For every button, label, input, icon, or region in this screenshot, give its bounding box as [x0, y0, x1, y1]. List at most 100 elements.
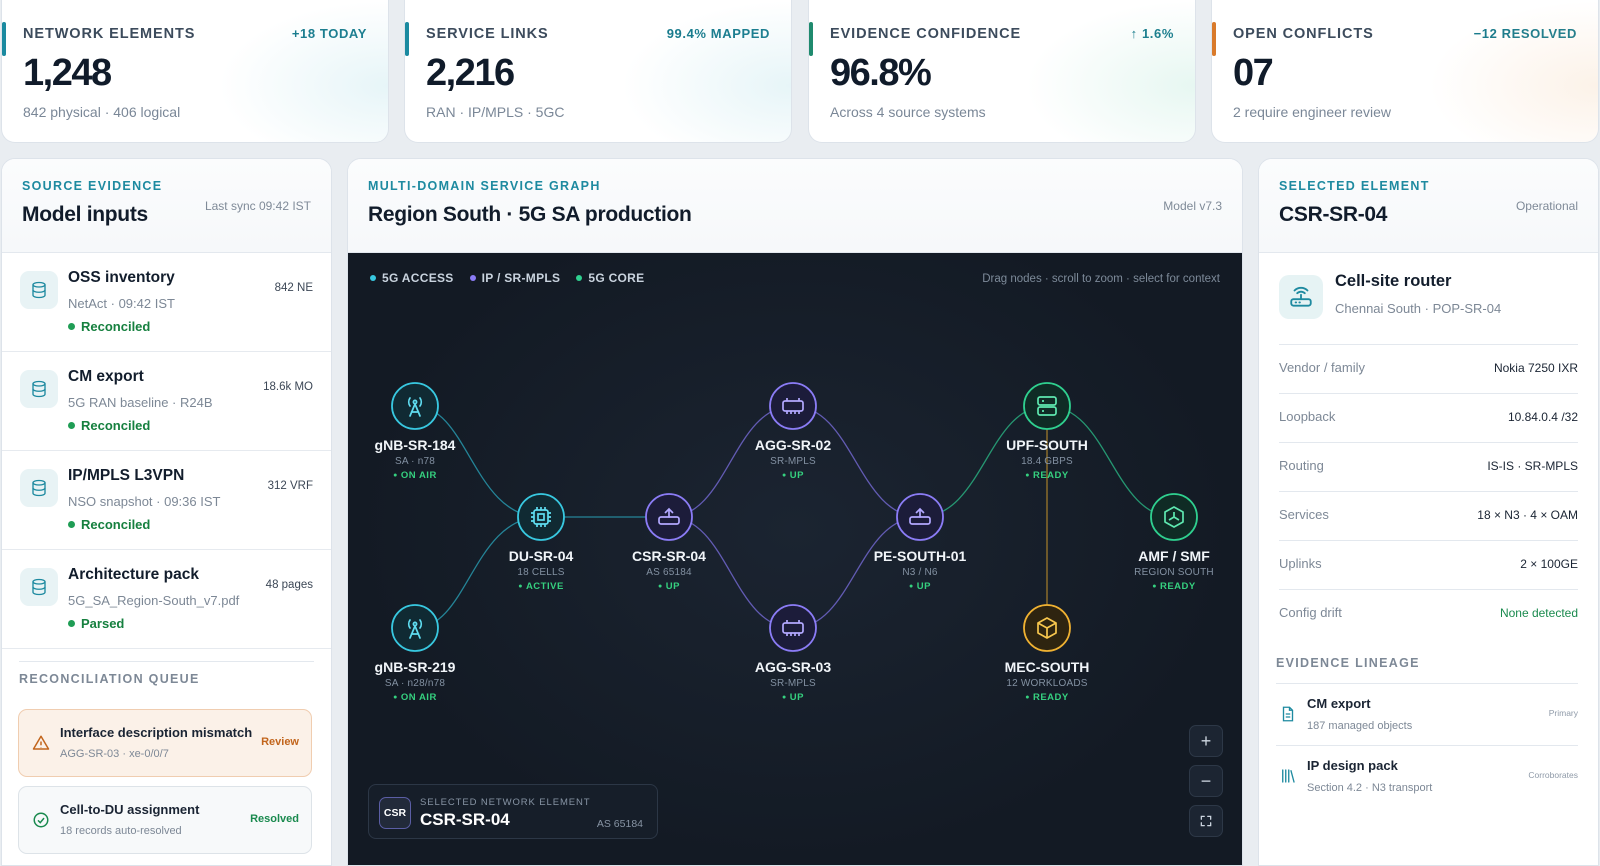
- panel-title: CSR-SR-04: [1279, 203, 1388, 226]
- panel-title: Region South · 5G SA production: [368, 203, 692, 226]
- database-icon: [20, 469, 58, 507]
- selected-element-card[interactable]: CSR SELECTED NETWORK ELEMENT CSR-SR-04 A…: [368, 784, 658, 839]
- source-item-cm-export[interactable]: CM export 5G RAN baseline · R24B Reconci…: [2, 352, 331, 451]
- node-sub: AS 65184: [646, 567, 692, 578]
- kpi-badge: ↑ 1.6%: [1130, 26, 1174, 41]
- node-csr-sr-04[interactable]: [643, 491, 695, 543]
- kpi-open-conflicts: OPEN CONFLICTS −12 RESOLVED 07 2 require…: [1211, 0, 1599, 143]
- selected-element-as: AS 65184: [596, 818, 643, 830]
- node-sub: SA · n28/n78: [384, 678, 446, 689]
- panel-header: SELECTED ELEMENT CSR-SR-04 Operational: [1259, 159, 1598, 253]
- queue-heading: RECONCILIATION QUEUE: [19, 672, 200, 686]
- source-count: 18.6k MO: [263, 381, 313, 393]
- node-agg-sr-02[interactable]: [767, 380, 819, 432]
- node-status: READY: [1006, 470, 1088, 481]
- node-mec-south[interactable]: [1021, 602, 1073, 654]
- review-button[interactable]: Review: [261, 736, 299, 748]
- kpi-badge: 99.4% MAPPED: [666, 26, 770, 41]
- source-item-oss-inventory[interactable]: OSS inventory NetAct · 09:42 IST Reconci…: [2, 253, 331, 352]
- node-gnb-sr-184[interactable]: [389, 380, 441, 432]
- node-name: UPF-SOUTH: [1006, 437, 1088, 453]
- node-amf-smf[interactable]: [1148, 491, 1200, 543]
- queue-item-cell-to-du[interactable]: Cell-to-DU assignment 18 records auto-re…: [18, 786, 312, 854]
- node-name: MEC-SOUTH: [1004, 659, 1090, 675]
- node-status: UP: [755, 692, 831, 703]
- panel-header: MULTI-DOMAIN SERVICE GRAPH Region South …: [348, 159, 1242, 253]
- kpi-service-links: SERVICE LINKS 99.4% MAPPED 2,216 RAN · I…: [404, 0, 792, 143]
- kpi-label: SERVICE LINKS: [426, 26, 549, 42]
- property-key: Routing: [1279, 458, 1324, 473]
- property-loopback: Loopback 10.84.0.4 /32: [1279, 393, 1578, 442]
- property-value: 18 × N3 · 4 × OAM: [1477, 508, 1578, 522]
- node-label: AGG-SR-02 SR-MPLS UP: [755, 437, 831, 481]
- database-icon: [20, 271, 58, 309]
- kpi-badge: +18 TODAY: [291, 26, 367, 41]
- divider: [19, 661, 314, 662]
- node-status: UP: [632, 581, 706, 592]
- node-label: DU-SR-04 18 CELLS ACTIVE: [509, 548, 574, 592]
- node-name: AMF / SMF: [1138, 548, 1210, 564]
- node-sub: SR-MPLS: [770, 678, 816, 689]
- node-du-sr-04[interactable]: [515, 491, 567, 543]
- panel-eyebrow: SELECTED ELEMENT: [1279, 179, 1430, 193]
- source-title: OSS inventory: [68, 269, 175, 286]
- service-graph-panel: MULTI-DOMAIN SERVICE GRAPH Region South …: [347, 158, 1243, 866]
- queue-title: Interface description mismatch: [60, 725, 253, 740]
- selected-element-eyebrow: SELECTED NETWORK ELEMENT: [420, 797, 591, 808]
- lineage-item-cm-export[interactable]: CM export 187 managed objects Primary: [1276, 683, 1578, 745]
- source-sub: 5G_SA_Region-South_v7.pdf: [68, 593, 240, 608]
- kpi-sub: 2 require engineer review: [1233, 104, 1391, 120]
- node-agg-sr-03[interactable]: [767, 602, 819, 654]
- property-routing: Routing IS-IS · SR-MPLS: [1279, 442, 1578, 491]
- node-status: READY: [1134, 581, 1214, 592]
- property-value: Nokia 7250 IXR: [1493, 361, 1578, 375]
- model-version: Model v7.3: [1163, 199, 1222, 213]
- source-item-ip-mpls-l3vpn[interactable]: IP/MPLS L3VPN NSO snapshot · 09:36 IST R…: [2, 451, 331, 550]
- node-name: AGG-SR-02: [754, 437, 832, 453]
- queue-title: Cell-to-DU assignment: [60, 802, 200, 817]
- lineage-heading: EVIDENCE LINEAGE: [1276, 656, 1420, 670]
- source-sub: NetAct · 09:42 IST: [68, 296, 175, 311]
- node-pe-south-01[interactable]: [894, 491, 946, 543]
- kpi-value: 2,216: [426, 52, 515, 94]
- node-label: AMF / SMF REGION SOUTH READY: [1134, 548, 1214, 592]
- kpi-sub: 842 physical · 406 logical: [23, 104, 181, 120]
- node-upf-south[interactable]: [1021, 380, 1073, 432]
- node-name: DU-SR-04: [508, 548, 574, 564]
- node-status: ON AIR: [375, 470, 456, 481]
- lineage-tag: Corroborates: [1528, 770, 1578, 780]
- fit-view-button[interactable]: [1189, 805, 1223, 837]
- source-sub: 5G RAN baseline · R24B: [68, 395, 213, 410]
- node-sub: 18 CELLS: [517, 567, 565, 578]
- queue-item-interface-mismatch[interactable]: Interface description mismatch AGG-SR-03…: [18, 709, 312, 777]
- property-value: None detected: [1499, 606, 1578, 620]
- kpi-label: NETWORK ELEMENTS: [23, 26, 196, 42]
- property-config-drift: Config drift None detected: [1279, 589, 1578, 638]
- queue-sub: 18 records auto-resolved: [60, 825, 182, 837]
- node-status: UP: [755, 470, 831, 481]
- zoom-in-button[interactable]: +: [1189, 725, 1223, 757]
- lineage-sub: 187 managed objects: [1307, 720, 1413, 732]
- node-gnb-sr-219[interactable]: [389, 602, 441, 654]
- property-key: Uplinks: [1279, 556, 1322, 571]
- source-item-architecture-pack[interactable]: Architecture pack 5G_SA_Region-South_v7.…: [2, 550, 331, 649]
- node-label: CSR-SR-04 AS 65184 UP: [632, 548, 706, 592]
- node-status: READY: [1005, 692, 1090, 703]
- zoom-out-button[interactable]: −: [1189, 765, 1223, 797]
- node-sub: REGION SOUTH: [1134, 567, 1214, 578]
- lineage-item-ip-design-pack[interactable]: IP design pack Section 4.2 · N3 transpor…: [1276, 745, 1578, 807]
- service-graph-canvas[interactable]: 5G ACCESS IP / SR-MPLS 5G CORE Drag node…: [348, 253, 1242, 865]
- node-sub: N3 / N6: [902, 567, 938, 578]
- resolved-status: Resolved: [250, 813, 299, 825]
- kpi-value: 96.8%: [830, 52, 932, 94]
- node-name: gNB-SR-184: [374, 437, 456, 453]
- panel-eyebrow: SOURCE EVIDENCE: [22, 179, 163, 193]
- lineage-title: CM export: [1307, 696, 1371, 711]
- queue-sub: AGG-SR-03 · xe-0/0/7: [60, 748, 169, 760]
- property-key: Config drift: [1279, 605, 1342, 620]
- property-uplinks: Uplinks 2 × 100GE: [1279, 540, 1578, 589]
- node-label: UPF-SOUTH 18.4 GBPS READY: [1006, 437, 1088, 481]
- lineage-sub: Section 4.2 · N3 transport: [1307, 782, 1433, 794]
- kpi-label: OPEN CONFLICTS: [1233, 26, 1374, 42]
- graph-edges: [414, 405, 1175, 629]
